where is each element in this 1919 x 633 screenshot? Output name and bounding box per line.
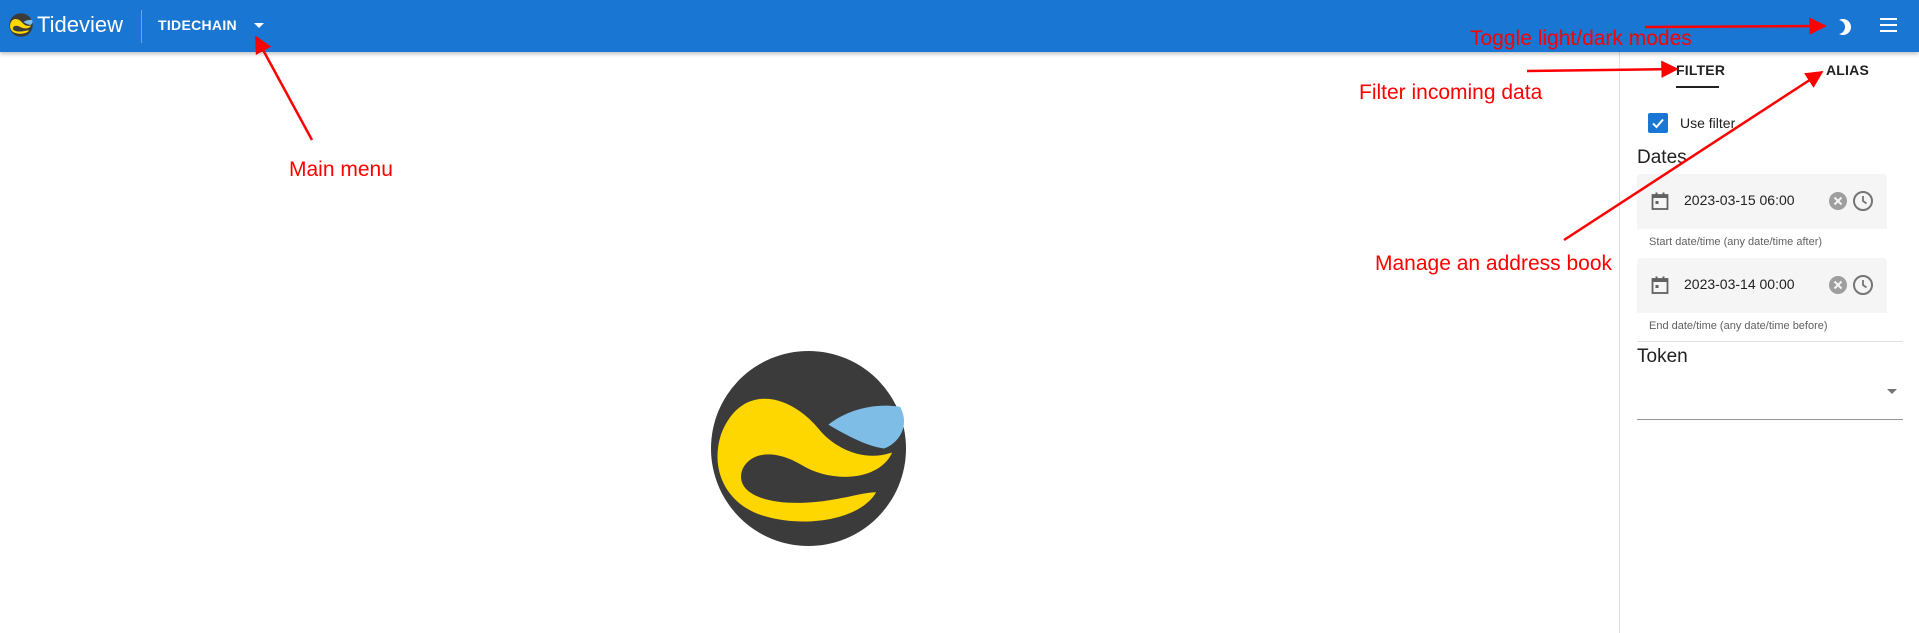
- tab-indicator: [1676, 86, 1719, 88]
- header-divider: [141, 10, 142, 43]
- end-date-field[interactable]: 2023-03-14 00:00: [1637, 258, 1887, 313]
- clock-icon[interactable]: [1852, 190, 1874, 212]
- start-date-hint: Start date/time (any date/time after): [1649, 236, 1823, 248]
- clear-icon[interactable]: [1828, 275, 1848, 295]
- menu-icon: [1880, 18, 1897, 32]
- checkbox-checked-icon: [1648, 113, 1668, 133]
- tideview-logo-icon: [9, 13, 33, 37]
- annotation-main-menu: Main menu: [289, 158, 393, 181]
- calendar-icon[interactable]: [1650, 191, 1670, 211]
- main-menu-button[interactable]: [1880, 18, 1897, 36]
- end-date-value[interactable]: 2023-03-14 00:00: [1684, 276, 1795, 292]
- tab-alias[interactable]: ALIAS: [1826, 62, 1869, 78]
- annotation-toggle-modes: Toggle light/dark modes: [1470, 27, 1692, 50]
- filter-panel: FILTER ALIAS Use filter Dates 2023-03-15…: [1619, 52, 1919, 633]
- annotation-filter: Filter incoming data: [1359, 81, 1543, 104]
- use-filter-checkbox[interactable]: Use filter: [1648, 113, 1735, 133]
- main-menu-arrow: [254, 35, 314, 141]
- brand[interactable]: Tideview: [9, 12, 123, 38]
- use-filter-label: Use filter: [1680, 115, 1736, 131]
- start-date-field[interactable]: 2023-03-15 06:00: [1637, 174, 1887, 229]
- tab-filter[interactable]: FILTER: [1676, 62, 1725, 78]
- caret-down-icon: [253, 22, 264, 28]
- theme-toggle-button[interactable]: [1831, 17, 1853, 42]
- tideview-logo: [710, 350, 907, 547]
- clear-icon[interactable]: [1828, 191, 1848, 211]
- caret-down-icon: [1887, 389, 1897, 394]
- section-divider: [1637, 341, 1903, 342]
- moon-icon: [1831, 19, 1851, 35]
- chain-selector[interactable]: TIDECHAIN: [158, 17, 264, 33]
- token-select[interactable]: [1637, 375, 1903, 420]
- calendar-icon[interactable]: [1650, 275, 1670, 295]
- start-date-value[interactable]: 2023-03-15 06:00: [1684, 192, 1795, 208]
- clock-icon[interactable]: [1852, 274, 1874, 296]
- dates-heading: Dates: [1637, 147, 1687, 168]
- chain-selector-label: TIDECHAIN: [158, 17, 237, 33]
- end-date-hint: End date/time (any date/time before): [1649, 320, 1828, 332]
- token-heading: Token: [1637, 346, 1688, 367]
- annotation-address-book: Manage an address book: [1375, 252, 1612, 275]
- app-title: Tideview: [37, 12, 123, 37]
